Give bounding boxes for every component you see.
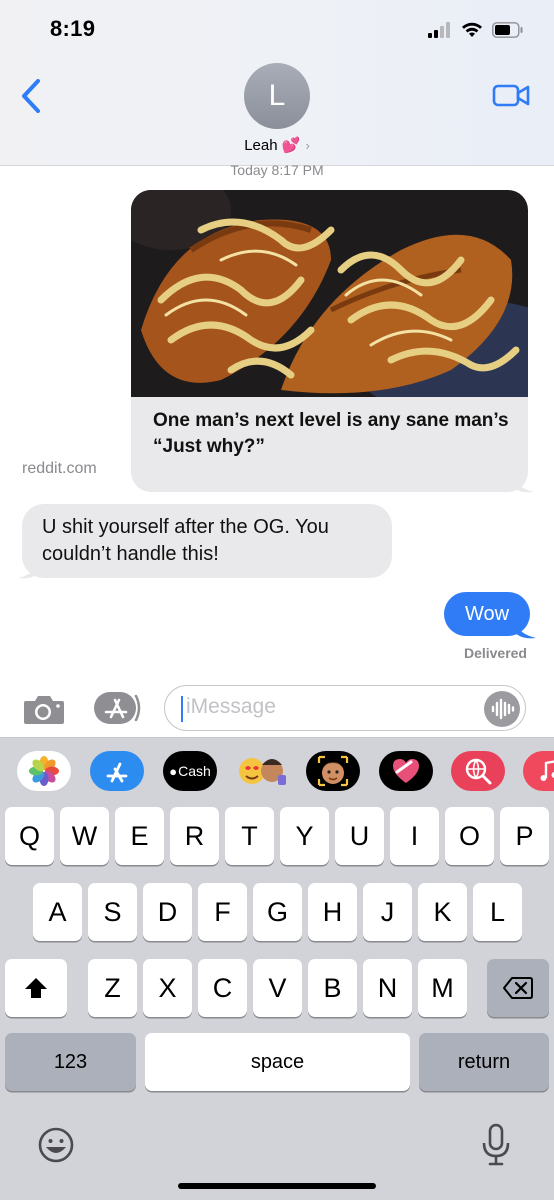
back-chevron-icon[interactable] <box>18 78 46 114</box>
numbers-key[interactable]: 123 <box>5 1033 136 1091</box>
text-caret <box>181 696 183 722</box>
key-l[interactable]: L <box>473 883 522 941</box>
key-x[interactable]: X <box>143 959 192 1017</box>
camera-icon[interactable] <box>22 692 66 726</box>
shift-arrow-icon <box>25 978 47 998</box>
search-images-app-button[interactable] <box>451 751 505 791</box>
contact-name-button[interactable]: Leah 💕 › <box>0 136 554 154</box>
link-preview-title: One man’s next level is any sane man’s “… <box>153 410 509 457</box>
photos-icon <box>29 756 59 786</box>
key-v[interactable]: V <box>253 959 302 1017</box>
globe-search-icon <box>465 758 492 785</box>
key-q[interactable]: Q <box>5 807 54 865</box>
input-placeholder: iMessage <box>186 695 276 718</box>
contact-avatar[interactable]: L <box>244 63 310 129</box>
key-h[interactable]: H <box>308 883 357 941</box>
key-w[interactable]: W <box>60 807 109 865</box>
emoji-icon[interactable] <box>36 1125 76 1165</box>
incoming-bubble-tail <box>18 560 40 579</box>
keyboard: Q W E R T Y U I O P A S D F G H J K L Z … <box>0 807 554 1200</box>
backspace-key[interactable] <box>487 959 549 1017</box>
audio-message-button[interactable] <box>484 691 520 727</box>
memoji-app-button[interactable] <box>306 751 360 791</box>
link-preview-card[interactable]: One man’s next level is any sane man’s “… <box>131 190 528 492</box>
dictation-microphone-icon[interactable] <box>478 1123 514 1167</box>
key-e[interactable]: E <box>115 807 164 865</box>
apple-cash-label: Cash <box>178 763 211 779</box>
key-u[interactable]: U <box>335 807 384 865</box>
key-t[interactable]: T <box>225 807 274 865</box>
key-j[interactable]: J <box>363 883 412 941</box>
imessage-input[interactable]: iMessage <box>164 685 526 731</box>
link-preview-image <box>131 190 528 397</box>
avatar-initial: L <box>268 79 286 112</box>
music-note-icon <box>540 760 554 781</box>
apple-logo-icon: ● <box>169 763 178 779</box>
shift-key[interactable] <box>5 959 67 1017</box>
music-app-button[interactable] <box>523 751 554 791</box>
conversation-header: 8:19 L Leah 💕 › <box>0 0 554 166</box>
key-y[interactable]: Y <box>280 807 329 865</box>
app-store-icon <box>106 762 128 783</box>
key-r[interactable]: R <box>170 807 219 865</box>
key-f[interactable]: F <box>198 883 247 941</box>
app-store-app-button[interactable] <box>90 751 144 791</box>
imessage-apps-drawer: ● Cash <box>0 737 554 807</box>
outgoing-bubble-tail <box>514 620 536 639</box>
key-i[interactable]: I <box>390 807 439 865</box>
wifi-icon <box>462 22 482 37</box>
key-z[interactable]: Z <box>88 959 137 1017</box>
memoji-stickers-app-button[interactable] <box>234 751 288 791</box>
key-g[interactable]: G <box>253 883 302 941</box>
key-s[interactable]: S <box>88 883 137 941</box>
heart-touch-icon <box>393 759 419 783</box>
home-indicator[interactable] <box>178 1183 376 1189</box>
video-camera-icon[interactable] <box>492 80 532 110</box>
memoji-stickers-icon <box>239 758 286 785</box>
incoming-message-text: U shit yourself after the OG. You couldn… <box>42 516 329 565</box>
chevron-right-icon: › <box>305 137 310 153</box>
outgoing-bubble-tail <box>512 474 534 493</box>
digital-touch-app-button[interactable] <box>379 751 433 791</box>
key-n[interactable]: N <box>363 959 412 1017</box>
delivery-status: Delivered <box>463 645 527 661</box>
space-key[interactable]: space <box>145 1033 410 1091</box>
link-preview-domain: reddit.com <box>22 460 97 477</box>
apple-cash-app-button[interactable]: ● Cash <box>163 751 217 791</box>
photos-app-button[interactable] <box>17 751 71 791</box>
key-k[interactable]: K <box>418 883 467 941</box>
key-a[interactable]: A <box>33 883 82 941</box>
outgoing-message-text: Wow <box>464 602 510 625</box>
battery-icon <box>492 22 523 38</box>
app-store-toggle-icon[interactable] <box>92 690 142 726</box>
key-b[interactable]: B <box>308 959 357 1017</box>
key-c[interactable]: C <box>198 959 247 1017</box>
return-key[interactable]: return <box>419 1033 549 1091</box>
waveform-icon <box>491 698 515 720</box>
key-m[interactable]: M <box>418 959 467 1017</box>
key-p[interactable]: P <box>500 807 549 865</box>
memoji-icon <box>317 755 349 787</box>
status-icons <box>428 20 524 40</box>
key-d[interactable]: D <box>143 883 192 941</box>
key-o[interactable]: O <box>445 807 494 865</box>
status-time: 8:19 <box>50 16 96 41</box>
cellular-signal-icon <box>428 22 450 38</box>
delete-backward-icon <box>503 977 533 999</box>
incoming-message-bubble[interactable]: U shit yourself after the OG. You couldn… <box>22 504 392 578</box>
contact-name: Leah 💕 <box>244 137 301 154</box>
message-timestamp: Today 8:17 PM <box>230 162 324 178</box>
